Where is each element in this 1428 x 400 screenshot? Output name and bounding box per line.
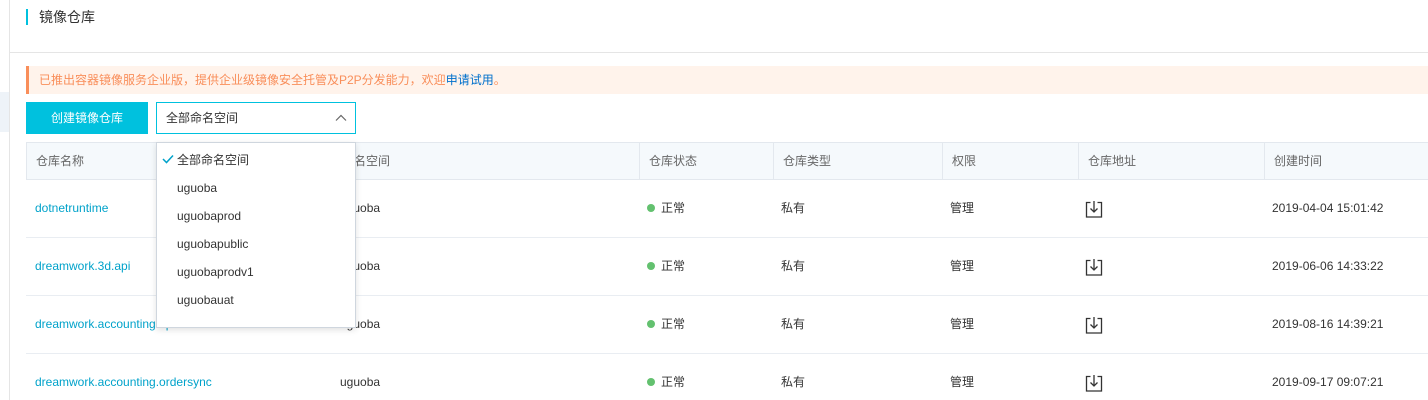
rail-active-mark <box>0 92 9 132</box>
namespace-option-label: uguoba <box>177 181 218 195</box>
status-cell: 正常 <box>638 296 685 353</box>
status-dot <box>647 261 655 270</box>
namespace-option-label: uguobaprod <box>177 209 242 223</box>
table-row: dreamwork.accounting.ordersync uguoba 正常… <box>26 354 1428 400</box>
column-header: 仓库地址 <box>1078 143 1264 179</box>
repository-name-link[interactable]: dreamwork.accounting.ordersync <box>26 354 212 400</box>
status-text: 正常 <box>661 201 686 215</box>
column-header: 仓库类型 <box>773 143 942 179</box>
create-repository-button[interactable]: 创建镜像仓库 <box>26 102 148 134</box>
namespace-option[interactable]: uguobauat <box>157 286 355 314</box>
status-text: 正常 <box>661 317 686 331</box>
namespace-dropdown-menu: 全部命名空间 uguoba uguobaprod uguobapublic ug… <box>156 142 356 328</box>
check-icon <box>162 154 174 164</box>
permission-cell: 管理 <box>950 375 975 389</box>
download-icon[interactable] <box>1084 315 1104 335</box>
created-time-cell: 2019-06-06 14:33:22 <box>1272 259 1384 273</box>
column-header: 权限 <box>942 143 1078 179</box>
type-cell: 私有 <box>781 375 806 389</box>
page-title: 镜像仓库 <box>39 9 95 25</box>
column-header: 命名空间 <box>332 143 639 179</box>
repository-name-link[interactable]: dreamwork.3d.api <box>26 238 130 295</box>
type-cell: 私有 <box>781 317 806 331</box>
namespace-option[interactable]: uguobaprodv1 <box>157 258 355 286</box>
status-cell: 正常 <box>638 238 685 295</box>
status-cell: 正常 <box>638 354 685 400</box>
download-icon[interactable] <box>1084 257 1104 277</box>
download-icon[interactable] <box>1084 199 1104 219</box>
column-header: 仓库状态 <box>639 143 773 179</box>
repository-name-link[interactable]: dreamwork.accounting.api <box>26 296 175 353</box>
namespace-option[interactable]: uguobapublic <box>157 230 355 258</box>
status-dot <box>647 203 655 212</box>
permission-cell: 管理 <box>950 259 975 273</box>
namespace-option-label: uguobapublic <box>177 237 249 251</box>
title-accent-bar <box>26 9 28 25</box>
download-icon[interactable] <box>1084 373 1104 393</box>
apply-trial-link[interactable]: 申请试用 <box>446 73 494 87</box>
namespace-cell: uguoba <box>340 375 381 389</box>
notice-text: 已推出容器镜像服务企业版，提供企业级镜像安全托管及P2P分发能力，欢迎 <box>39 73 446 87</box>
namespace-option[interactable]: uguoba <box>157 174 355 202</box>
type-cell: 私有 <box>781 259 806 273</box>
repository-name-link[interactable]: dotnetruntime <box>26 180 108 237</box>
page-header: 镜像仓库 <box>10 0 1428 53</box>
created-time-cell: 2019-09-17 09:07:21 <box>1272 375 1384 389</box>
chevron-up-icon <box>335 114 347 121</box>
created-time-cell: 2019-04-04 15:01:42 <box>1272 201 1384 215</box>
status-dot <box>647 377 655 386</box>
permission-cell: 管理 <box>950 201 975 215</box>
status-text: 正常 <box>661 375 686 389</box>
namespace-option-label: uguobauat <box>177 293 234 307</box>
created-time-cell: 2019-08-16 14:39:21 <box>1272 317 1384 331</box>
notice-banner: 已推出容器镜像服务企业版，提供企业级镜像安全托管及P2P分发能力，欢迎申请试用。 <box>26 66 1428 94</box>
namespace-option[interactable]: 全部命名空间 <box>157 146 355 174</box>
namespace-option-label: 全部命名空间 <box>177 153 250 167</box>
column-header: 创建时间 <box>1264 143 1428 179</box>
namespace-select-value: 全部命名空间 <box>166 111 239 125</box>
status-text: 正常 <box>661 259 686 273</box>
status-dot <box>647 319 655 328</box>
status-cell: 正常 <box>638 180 685 237</box>
left-rail <box>0 0 10 400</box>
namespace-option-label: uguobaprodv1 <box>177 265 254 279</box>
notice-suffix: 。 <box>493 73 506 87</box>
permission-cell: 管理 <box>950 317 975 331</box>
type-cell: 私有 <box>781 201 806 215</box>
namespace-option[interactable]: uguobaprod <box>157 202 355 230</box>
namespace-select[interactable]: 全部命名空间 <box>156 102 356 134</box>
